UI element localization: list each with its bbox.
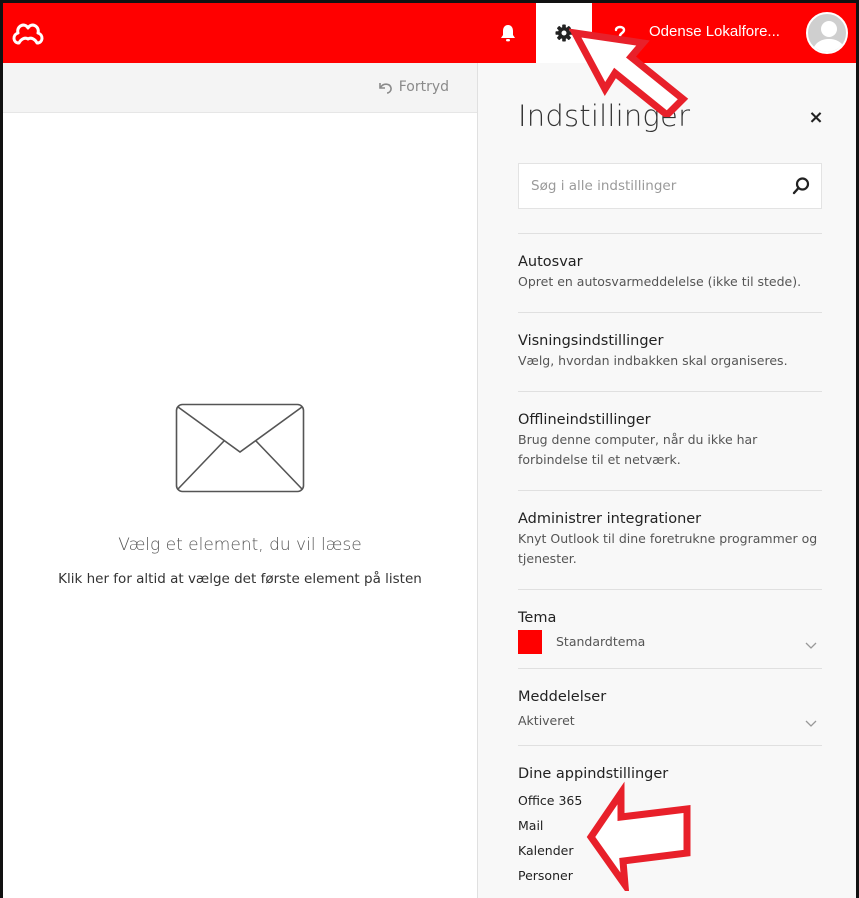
close-icon[interactable]: × bbox=[805, 107, 827, 129]
app-frame: Odense Lokalfore... Fortryd Vælg et elem… bbox=[0, 0, 859, 898]
arrow-annotation-icon bbox=[586, 781, 691, 891]
logo-icon[interactable] bbox=[11, 18, 45, 48]
theme-value: Standardtema bbox=[556, 634, 646, 649]
setting-theme[interactable]: Tema Standardtema bbox=[518, 589, 822, 668]
setting-title: Dine appindstillinger bbox=[518, 766, 669, 782]
setting-notifications[interactable]: Meddelelser Aktiveret bbox=[518, 668, 822, 745]
empty-reading-pane: Vælg et element, du vil læse Klik her fo… bbox=[3, 403, 477, 587]
arrow-annotation-icon bbox=[568, 28, 689, 117]
setting-title: Tema bbox=[518, 610, 557, 626]
setting-display[interactable]: Visningsindstillinger Vælg, hvordan indb… bbox=[518, 312, 822, 391]
theme-dropdown[interactable]: Standardtema bbox=[518, 630, 822, 654]
chevron-down-icon bbox=[805, 642, 817, 649]
search-icon[interactable] bbox=[791, 176, 811, 196]
top-bar: Odense Lokalfore... bbox=[3, 3, 856, 63]
command-bar: Fortryd bbox=[3, 63, 477, 113]
notifications-button[interactable] bbox=[480, 3, 536, 63]
envelope-icon bbox=[175, 403, 305, 493]
setting-integrations[interactable]: Administrer integrationer Knyt Outlook t… bbox=[518, 490, 822, 589]
settings-search bbox=[518, 163, 822, 209]
avatar[interactable] bbox=[806, 12, 848, 54]
setting-description: Opret en autosvarmeddelelse (ikke til st… bbox=[518, 274, 802, 289]
setting-description: Brug denne computer, når du ikke har for… bbox=[518, 432, 758, 467]
setting-title: Offlineindstillinger bbox=[518, 412, 651, 428]
undo-label: Fortryd bbox=[398, 79, 449, 95]
setting-title: Administrer integrationer bbox=[518, 511, 702, 527]
empty-state-title: Vælg et element, du vil læse bbox=[118, 535, 362, 555]
person-icon bbox=[812, 21, 846, 52]
setting-description: Knyt Outlook til dine foretrukne program… bbox=[518, 531, 818, 566]
notifications-dropdown[interactable]: Aktiveret bbox=[518, 709, 822, 731]
theme-color-swatch bbox=[518, 630, 542, 654]
setting-offline[interactable]: Offlineindstillinger Brug denne computer… bbox=[518, 391, 822, 490]
search-input[interactable] bbox=[519, 164, 779, 208]
select-first-item-link[interactable]: Klik her for altid at vælge det første e… bbox=[3, 571, 477, 587]
undo-button[interactable]: Fortryd bbox=[377, 79, 449, 95]
undo-icon bbox=[378, 83, 392, 94]
setting-title: Autosvar bbox=[518, 254, 583, 270]
setting-title: Meddelelser bbox=[518, 689, 607, 705]
settings-panel: Indstillinger × Autosvar Opret en autosv… bbox=[477, 63, 856, 898]
chevron-down-icon bbox=[805, 720, 817, 727]
setting-autoreply[interactable]: Autosvar Opret en autosvarmeddelelse (ik… bbox=[518, 233, 822, 312]
bell-icon bbox=[501, 25, 515, 42]
setting-description: Vælg, hvordan indbakken skal organiseres… bbox=[518, 353, 788, 368]
setting-title: Visningsindstillinger bbox=[518, 333, 664, 349]
notifications-value: Aktiveret bbox=[518, 713, 575, 728]
